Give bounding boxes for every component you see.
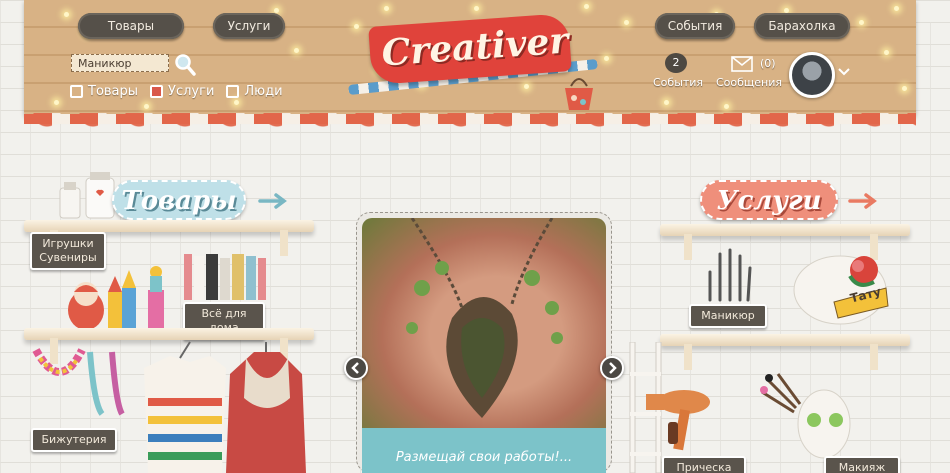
arrow-right-icon[interactable] [848, 193, 878, 209]
logo[interactable]: Creativer [340, 8, 610, 110]
events-count-badge[interactable]: 2 [665, 53, 687, 73]
toys-decoration [68, 266, 164, 330]
makeup-decoration [760, 373, 851, 459]
arrow-right-icon[interactable] [258, 193, 288, 209]
search-icon[interactable] [173, 52, 197, 76]
filter-goods-label: Товары [88, 84, 139, 99]
shelf-bracket [684, 234, 692, 260]
category-jewelry[interactable]: Бижутерия [31, 428, 117, 452]
goods-section-title[interactable]: Товары [112, 180, 246, 220]
shelf [24, 220, 314, 232]
hand-decoration [708, 248, 752, 302]
carousel-caption[interactable]: Размещай свои работы!... [362, 428, 606, 473]
jewelry-decoration [32, 348, 125, 416]
clothes-decoration [144, 341, 306, 473]
carousel-next-button[interactable] [600, 356, 624, 380]
nav-goods-button[interactable]: Товары [78, 13, 184, 39]
filter-services-label: Услуги [168, 84, 215, 99]
bag-icon [565, 78, 593, 110]
books-decoration [184, 254, 266, 300]
nav-fleamarket-button[interactable]: Барахолка [754, 13, 850, 39]
filter-goods-checkbox[interactable] [70, 85, 83, 98]
tree-heart-pendant-image [406, 218, 563, 418]
carousel-slide-image[interactable] [362, 218, 606, 430]
filter-people-label: Люди [244, 84, 283, 99]
jars-decoration [59, 172, 115, 219]
user-avatar[interactable] [789, 52, 835, 98]
messages-count[interactable]: (0) [760, 57, 776, 70]
search-input[interactable] [71, 54, 169, 72]
category-hairdresser[interactable]: Прическа [662, 456, 746, 473]
search-filters: Товары Услуги Люди [70, 84, 283, 99]
category-toys-line1: Игрушки [42, 237, 94, 250]
shelf-bracket [280, 230, 288, 256]
services-section-title[interactable]: Услуги [700, 180, 838, 220]
chevron-right-icon [609, 362, 617, 374]
filter-goods[interactable]: Товары [70, 84, 138, 99]
messages-label[interactable]: Сообщения [716, 76, 782, 89]
awning-scallops [24, 113, 916, 139]
shelf-bracket [870, 344, 878, 370]
events-label[interactable]: События [653, 76, 703, 89]
chevron-down-icon[interactable] [838, 68, 850, 76]
category-manicure[interactable]: Маникюр [689, 304, 767, 328]
filter-services[interactable]: Услуги [150, 84, 214, 99]
filter-people-checkbox[interactable] [226, 85, 240, 98]
chevron-left-icon [351, 362, 359, 374]
category-makeup[interactable]: Макияж [824, 456, 900, 473]
filter-people[interactable]: Люди [226, 84, 283, 99]
nav-services-button[interactable]: Услуги [213, 13, 285, 39]
shelf-bracket [684, 344, 692, 370]
envelope-icon[interactable] [731, 56, 753, 72]
nav-events-button[interactable]: События [655, 13, 735, 39]
carousel-prev-button[interactable] [344, 356, 368, 380]
tattoo-piggy-decoration [793, 255, 889, 325]
filter-services-checkbox[interactable] [150, 85, 164, 98]
hairdryer-decoration [646, 390, 710, 451]
